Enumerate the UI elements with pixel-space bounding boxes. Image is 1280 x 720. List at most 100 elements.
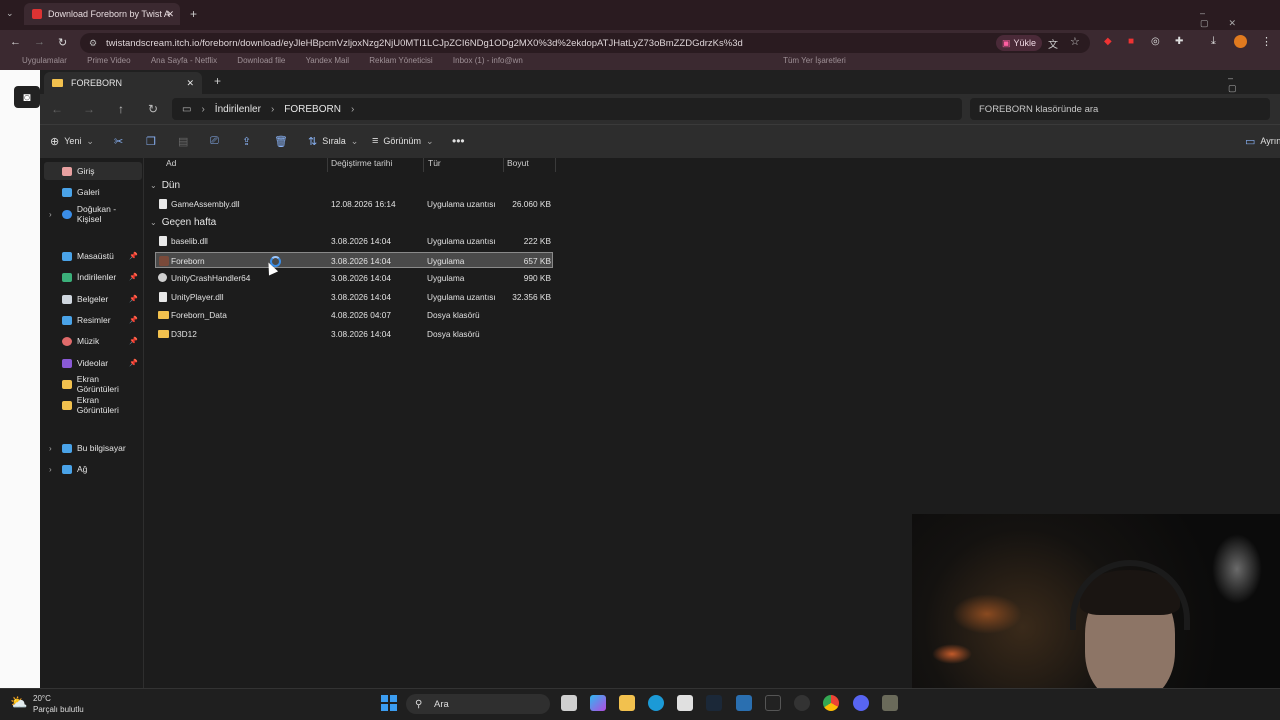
back-icon[interactable]: ←: [10, 36, 21, 48]
file-explorer-icon[interactable]: [619, 695, 635, 711]
sidebar-item-desktop[interactable]: Masaüstü 📌: [44, 247, 142, 265]
sidebar-item-pictures[interactable]: Resimler 📌: [44, 311, 142, 329]
new-tab-button[interactable]: +: [190, 7, 197, 21]
group-header-yesterday[interactable]: ⌄ Dün: [150, 180, 180, 191]
bookmark[interactable]: Yandex Mail: [306, 56, 349, 65]
table-row[interactable]: GameAssembly.dll 12.08.2026 16:14 Uygula…: [155, 196, 553, 212]
start-windows-icon[interactable]: [381, 695, 397, 711]
itch-logo-icon[interactable]: ◙: [14, 86, 40, 108]
breadcrumb[interactable]: ▭ › İndirilenler › FOREBORN ›: [172, 98, 962, 120]
app-icon[interactable]: [794, 695, 810, 711]
sidebar-item-documents[interactable]: Belgeler 📌: [44, 290, 142, 308]
window-controls[interactable]: –▢✕: [1200, 8, 1280, 29]
view-button[interactable]: ≡ Görünüm ⌄: [372, 132, 434, 150]
site-info-icon[interactable]: ⚙: [89, 38, 97, 49]
menu-icon[interactable]: ⋮: [1261, 35, 1272, 48]
refresh-icon[interactable]: ↻: [144, 100, 162, 118]
column-header-modified[interactable]: Değiştirme tarihi: [331, 158, 392, 172]
column-divider[interactable]: [555, 158, 556, 172]
profile-avatar[interactable]: [1234, 35, 1247, 48]
sidebar-item-videos[interactable]: Videolar 📌: [44, 354, 142, 372]
back-icon[interactable]: ←: [48, 100, 66, 118]
extensions-puzzle-icon[interactable]: ✚: [1175, 36, 1183, 47]
breadcrumb-item[interactable]: FOREBORN: [284, 104, 341, 115]
table-row[interactable]: Foreborn_Data 4.08.2026 04:07 Dosya klas…: [155, 307, 553, 323]
sidebar-item-onedrive[interactable]: › Doğukan - Kişisel: [44, 204, 142, 224]
column-header-size[interactable]: Boyut: [507, 158, 529, 172]
bookmark[interactable]: Uygulamalar: [22, 56, 67, 65]
tab-close-icon[interactable]: ✕: [166, 9, 174, 20]
pin-icon[interactable]: 📌: [129, 295, 138, 303]
more-options-icon[interactable]: •••: [452, 132, 465, 150]
sidebar-item-network[interactable]: › Ağ: [44, 460, 142, 478]
pin-icon[interactable]: 📌: [129, 273, 138, 281]
store-icon[interactable]: [677, 695, 693, 711]
weather-widget[interactable]: ⛅ 20°C Parçalı bulutlu: [10, 692, 130, 716]
address-bar[interactable]: ⚙ twistandscream.itch.io/foreborn/downlo…: [80, 33, 1090, 53]
delete-icon[interactable]: 🗑: [274, 132, 288, 150]
settings-icon[interactable]: [736, 695, 752, 711]
chevron-right-icon[interactable]: ›: [49, 210, 52, 219]
sidebar-item-music[interactable]: Müzik 📌: [44, 332, 142, 350]
bookmark[interactable]: Tüm Yer İşaretleri: [783, 56, 846, 65]
tab-list-chevron-icon[interactable]: ⌄: [6, 8, 14, 19]
bookmark[interactable]: Download file: [237, 56, 285, 65]
breadcrumb-item[interactable]: İndirilenler: [215, 104, 261, 115]
group-header-last-week[interactable]: ⌄ Geçen hafta: [150, 217, 216, 228]
pin-icon[interactable]: 📌: [129, 359, 138, 367]
copy-icon[interactable]: ❐: [146, 132, 156, 150]
search-input[interactable]: FOREBORN klasöründe ara: [970, 98, 1270, 120]
task-view-icon[interactable]: [561, 695, 577, 711]
upload-button[interactable]: ▣ Yükle: [996, 35, 1043, 51]
translate-icon[interactable]: 文: [1048, 36, 1058, 51]
chevron-right-icon[interactable]: ›: [49, 465, 52, 474]
tab-close-icon[interactable]: ✕: [186, 78, 194, 89]
table-row[interactable]: UnityCrashHandler64 3.08.2026 14:04 Uygu…: [155, 270, 553, 286]
bookmark[interactable]: Prime Video: [87, 56, 130, 65]
paste-icon[interactable]: ▤: [178, 132, 188, 150]
browser-tab[interactable]: Download Foreborn by Twist A ✕: [24, 3, 180, 25]
extension-icon[interactable]: ◎: [1151, 36, 1160, 47]
reload-icon[interactable]: ↻: [58, 36, 67, 49]
pin-icon[interactable]: 📌: [129, 316, 138, 324]
sidebar-item-screenshots[interactable]: Ekran Görüntüleri: [44, 395, 142, 415]
bookmark-star-icon[interactable]: ☆: [1070, 35, 1080, 48]
chrome-icon[interactable]: [823, 695, 839, 711]
edge-icon[interactable]: [648, 695, 664, 711]
column-header-name[interactable]: Ad: [166, 158, 176, 172]
extension-icon[interactable]: ■: [1128, 36, 1134, 47]
copilot-icon[interactable]: [590, 695, 606, 711]
explorer-window-controls[interactable]: –▢: [1228, 73, 1280, 94]
new-button[interactable]: ⊕ Yeni ⌄: [50, 132, 94, 150]
up-icon[interactable]: ↑: [112, 100, 130, 118]
download-icon[interactable]: ⤓: [1211, 35, 1216, 48]
steam-icon[interactable]: [706, 695, 722, 711]
forward-icon[interactable]: →: [80, 100, 98, 118]
bookmark[interactable]: Inbox (1) - info@wn: [453, 56, 523, 65]
forward-icon[interactable]: →: [34, 36, 45, 48]
table-row[interactable]: Foreborn 3.08.2026 14:04 Uygulama 657 KB: [155, 252, 553, 268]
table-row[interactable]: UnityPlayer.dll 3.08.2026 14:04 Uygulama…: [155, 289, 553, 305]
rename-icon[interactable]: ⎚: [210, 132, 219, 150]
pin-icon[interactable]: 📌: [129, 337, 138, 345]
chevron-right-icon[interactable]: ›: [49, 444, 52, 453]
pin-icon[interactable]: 📌: [129, 252, 138, 260]
details-pane-button[interactable]: ▭ Ayrın: [1245, 132, 1280, 150]
table-row[interactable]: D3D12 3.08.2026 14:04 Dosya klasörü: [155, 326, 553, 342]
taskbar-search[interactable]: ⚲ Ara: [406, 694, 550, 714]
sidebar-item-gallery[interactable]: Galeri: [44, 183, 142, 201]
sidebar-item-screenshots[interactable]: Ekran Görüntüleri: [44, 374, 142, 394]
new-tab-button[interactable]: +: [214, 74, 221, 88]
column-divider[interactable]: [327, 158, 328, 172]
cut-icon[interactable]: ✂: [114, 132, 123, 150]
bookmark[interactable]: Reklam Yöneticisi: [369, 56, 432, 65]
sidebar-item-this-pc[interactable]: › Bu bilgisayar: [44, 439, 142, 457]
sidebar-item-home[interactable]: Giriş: [44, 162, 142, 180]
column-divider[interactable]: [423, 158, 424, 172]
column-divider[interactable]: [503, 158, 504, 172]
discord-icon[interactable]: [853, 695, 869, 711]
share-icon[interactable]: ⇪: [242, 132, 251, 150]
sidebar-item-downloads[interactable]: İndirilenler 📌: [44, 268, 142, 286]
extension-icon[interactable]: ◆: [1104, 36, 1112, 47]
epic-games-icon[interactable]: [765, 695, 781, 711]
